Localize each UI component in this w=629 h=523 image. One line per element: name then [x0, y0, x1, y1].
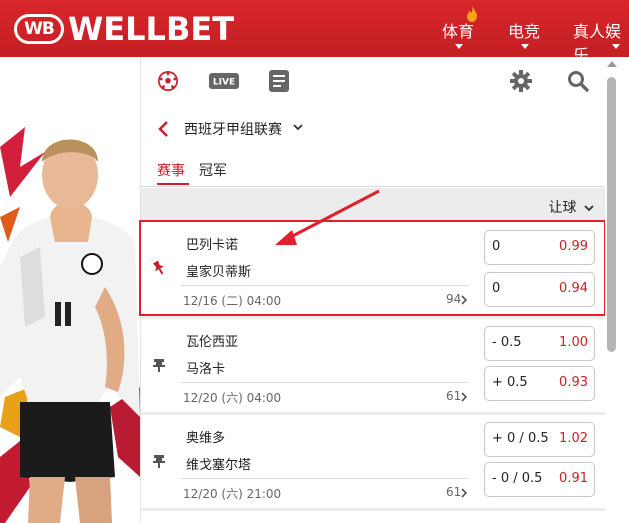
scrollbar[interactable] — [605, 57, 629, 523]
home-team: 奥维多 — [186, 431, 226, 446]
match-date: 12/20 (六) 04:00 — [183, 391, 282, 405]
market-filter-bar: 让球 — [141, 188, 606, 220]
odds-button[interactable]: + 0 / 0.5 1.02 — [484, 422, 595, 457]
odds-price: 0.93 — [559, 375, 588, 390]
top-navigation-bar: WB WELLBET 体育 电竞 真人娱乐 — [0, 0, 629, 65]
betslip-icon[interactable] — [269, 70, 289, 92]
divider — [181, 382, 469, 383]
wellbet-logo[interactable]: WB WELLBET — [14, 12, 234, 46]
panel-toolbar: LIVE — [141, 57, 606, 105]
away-team: 马洛卡 — [186, 362, 226, 377]
breadcrumb: 西班牙甲组联赛 — [141, 113, 606, 145]
odds-button[interactable]: + 0.5 0.93 — [484, 366, 595, 401]
handicap-line: - 0.5 — [492, 335, 522, 350]
match-row[interactable]: 瓦伦西亚 马洛卡 12/20 (六) 04:00 61 - 0.5 1.00 +… — [141, 319, 606, 412]
tab-outrights[interactable]: 冠军 — [199, 160, 227, 180]
odds-price: 1.02 — [559, 431, 588, 446]
odds-button[interactable]: - 0 / 0.5 0.91 — [484, 462, 595, 497]
market-type-label: 让球 — [548, 200, 577, 216]
logo-text: WELLBET — [68, 10, 235, 48]
divider — [181, 478, 469, 479]
chevron-down-icon — [455, 44, 463, 49]
svg-text:LIVE: LIVE — [213, 78, 235, 88]
odds-button[interactable]: - 0.5 1.00 — [484, 326, 595, 361]
match-row-partial — [141, 511, 606, 523]
home-team: 瓦伦西亚 — [186, 335, 239, 350]
soccer-ball-icon[interactable] — [157, 70, 179, 92]
chevron-down-icon — [612, 44, 620, 49]
pin-icon[interactable] — [151, 453, 167, 469]
back-chevron-icon[interactable] — [157, 120, 169, 138]
scrollbar-thumb[interactable] — [607, 77, 616, 352]
chevron-right-icon[interactable] — [461, 488, 467, 498]
chevron-down-icon — [584, 204, 594, 211]
handicap-line: + 0 / 0.5 — [492, 431, 549, 446]
market-count[interactable]: 61 — [446, 485, 461, 499]
hero-player-image — [0, 57, 140, 523]
scroll-up-arrow[interactable] — [607, 61, 617, 67]
chevron-right-icon[interactable] — [461, 392, 467, 402]
search-icon[interactable] — [567, 70, 589, 92]
nav-esports[interactable]: 电竞 — [508, 18, 540, 42]
handicap-line: + 0.5 — [492, 375, 528, 390]
player-illustration — [0, 127, 140, 523]
annotation-highlight-box — [139, 220, 606, 316]
odds-price: 0.91 — [559, 471, 588, 486]
handicap-line: - 0 / 0.5 — [492, 471, 543, 486]
hot-flame-icon — [467, 6, 477, 22]
tab-bar: 赛事 冠军 — [141, 155, 606, 187]
sportsbook-panel: LIVE 西班牙甲组联赛 赛事 冠军 让球 巴列卡诺 皇家贝蒂斯 12/16 (… — [139, 57, 606, 523]
active-tab-indicator — [157, 183, 189, 185]
chevron-down-icon — [521, 44, 529, 49]
league-title[interactable]: 西班牙甲组联赛 — [184, 119, 282, 139]
gear-icon[interactable] — [510, 70, 532, 92]
chevron-down-icon[interactable] — [293, 124, 303, 131]
logo-mark: WB — [14, 14, 64, 44]
live-icon[interactable]: LIVE — [209, 73, 239, 89]
market-type-select[interactable]: 让球 — [549, 197, 594, 217]
away-team: 维戈塞尔塔 — [186, 458, 252, 473]
market-count[interactable]: 61 — [446, 389, 461, 403]
odds-price: 1.00 — [559, 335, 588, 350]
match-date: 12/20 (六) 21:00 — [183, 487, 282, 501]
tab-matches[interactable]: 赛事 — [157, 160, 185, 180]
match-row[interactable]: 奥维多 维戈塞尔塔 12/20 (六) 21:00 61 + 0 / 0.5 1… — [141, 415, 606, 508]
pin-icon[interactable] — [151, 357, 167, 373]
